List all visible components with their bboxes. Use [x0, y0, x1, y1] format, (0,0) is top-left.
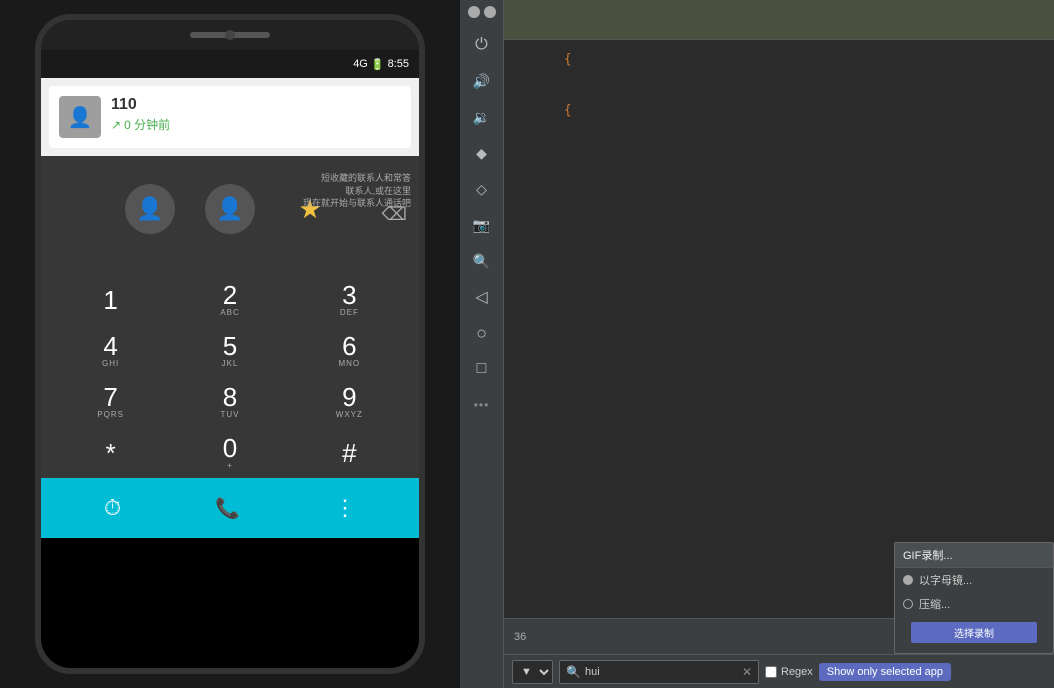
- dial-avatar-1: 👤: [125, 184, 175, 234]
- ide-main-content: { { 36 ▼ 🔍 ✕ Regex Show on: [504, 0, 1054, 688]
- diamond-icon: ◆: [476, 145, 487, 162]
- notification-card[interactable]: 👤 110 ↗ 0 分钟前: [49, 86, 411, 148]
- context-popup: GIF录制... 以字母镜... 压缩... 选择录制: [894, 542, 1054, 654]
- ide-panel: ⏻ 🔊 🔉 ◆ ◇ 📷 🔍 ◁ ○ □ •••: [460, 0, 1054, 688]
- notification-avatar: 👤: [59, 96, 101, 138]
- dial-key-7[interactable]: 7 PQRS: [51, 376, 170, 427]
- notification-area: 👤 110 ↗ 0 分钟前: [41, 78, 419, 156]
- volume-up-button[interactable]: 🔊: [465, 64, 499, 98]
- volume-up-icon: 🔊: [473, 73, 490, 90]
- search-icon: 🔍: [566, 665, 581, 679]
- regex-checkbox[interactable]: [765, 666, 777, 678]
- dialpad-grid: 1 2 ABC 3 DEF 4 GHI: [41, 274, 419, 478]
- phone-top-bar: [41, 20, 419, 50]
- square-icon: □: [477, 360, 487, 378]
- phone-camera: [225, 30, 235, 40]
- clock: 8:55: [388, 58, 409, 70]
- context-item-label-1: 以字母镜...: [919, 572, 972, 588]
- home-button[interactable]: ○: [465, 316, 499, 350]
- radio-icon-1: [903, 575, 913, 585]
- more-button[interactable]: •••: [465, 388, 499, 422]
- arrow-icon: ↗: [111, 118, 121, 132]
- dialpad-overlay: 👤 👤 ★ 短收藏的联系人和常答 联系人,或在这里 现在就开始与联系人通话吧 ⌫…: [41, 156, 419, 478]
- search-clear-button[interactable]: ✕: [742, 665, 752, 679]
- time-ago: 0 分钟前: [124, 116, 170, 133]
- dialpad-user-area: 👤 👤 ★ 短收藏的联系人和常答 联系人,或在这里 现在就开始与联系人通话吧 ⌫: [41, 164, 419, 274]
- avatar-icon: 👤: [68, 105, 93, 130]
- regex-toggle[interactable]: Regex: [765, 666, 813, 678]
- caller-number: 110: [111, 96, 401, 114]
- signal-icon: 4G: [353, 58, 368, 70]
- volume-down-icon: 🔉: [473, 109, 490, 126]
- backspace-button[interactable]: ⌫: [382, 204, 407, 225]
- dial-avatar-main: 👤: [205, 184, 255, 234]
- recent-apps-icon[interactable]: ⏱: [104, 495, 121, 521]
- zoom-in-button[interactable]: 🔍: [465, 244, 499, 278]
- home-icon: ○: [476, 323, 487, 344]
- phone-device: 4G 🔋 8:55 👤 110 ↗ 0 分钟前: [35, 14, 425, 674]
- battery-icon: 🔋: [371, 58, 385, 71]
- minimize-button[interactable]: [468, 6, 480, 18]
- power-button[interactable]: ⏻: [465, 28, 499, 62]
- zoom-in-icon: 🔍: [473, 253, 490, 270]
- ide-header: [504, 0, 1054, 40]
- recents-button[interactable]: □: [465, 352, 499, 386]
- radio-icon-2: [903, 599, 913, 609]
- window-controls: [468, 6, 496, 18]
- more-icon: •••: [474, 398, 490, 412]
- dial-key-4[interactable]: 4 GHI: [51, 325, 170, 376]
- search-input-wrap: 🔍 ✕: [559, 660, 759, 684]
- back-icon: ◁: [475, 287, 487, 307]
- status-icons: 4G 🔋 8:55: [353, 58, 409, 71]
- eraser-button[interactable]: ◇: [465, 172, 499, 206]
- dial-key-hash[interactable]: #: [290, 427, 409, 478]
- ide-toolbar-strip: ⏻ 🔊 🔉 ◆ ◇ 📷 🔍 ◁ ○ □ •••: [460, 0, 504, 688]
- dial-key-5[interactable]: 5 JKL: [170, 325, 289, 376]
- dial-key-8[interactable]: 8 TUV: [170, 376, 289, 427]
- code-line-2: {: [520, 101, 1038, 122]
- camera-button[interactable]: 📷: [465, 208, 499, 242]
- call-icon[interactable]: 📞: [207, 488, 248, 529]
- close-button[interactable]: [484, 6, 496, 18]
- overlay-line1: 短收藏的联系人和常答: [303, 172, 411, 185]
- show-selected-app-button[interactable]: Show only selected app: [819, 663, 951, 681]
- menu-icon[interactable]: ⋮: [334, 495, 356, 521]
- dial-key-2[interactable]: 2 ABC: [170, 274, 289, 325]
- dial-key-9[interactable]: 9 WXYZ: [290, 376, 409, 427]
- context-menu-item-2[interactable]: 压缩...: [895, 592, 1053, 616]
- code-line-1: {: [520, 50, 1038, 71]
- volume-down-button[interactable]: 🔉: [465, 100, 499, 134]
- dial-key-1[interactable]: 1: [51, 274, 170, 325]
- status-bar: 4G 🔋 8:55: [41, 50, 419, 78]
- context-action-button[interactable]: 选择录制: [911, 622, 1037, 643]
- diamond-button[interactable]: ◆: [465, 136, 499, 170]
- back-button[interactable]: ◁: [465, 280, 499, 314]
- context-menu-header: GIF录制...: [895, 543, 1053, 568]
- dial-key-3[interactable]: 3 DEF: [290, 274, 409, 325]
- context-action-wrap: 选择录制: [895, 616, 1053, 653]
- overlay-line2: 联系人,或在这里: [303, 185, 411, 198]
- context-item-label-2: 压缩...: [919, 596, 950, 612]
- search-dropdown[interactable]: ▼: [512, 660, 553, 684]
- dial-key-6[interactable]: 6 MNO: [290, 325, 409, 376]
- dial-key-0[interactable]: 0 +: [170, 427, 289, 478]
- eraser-icon: ◇: [476, 181, 487, 198]
- context-menu-item-1[interactable]: 以字母镜...: [895, 568, 1053, 592]
- ide-code-area[interactable]: { {: [504, 40, 1054, 618]
- phone-screen: 4G 🔋 8:55 👤 110 ↗ 0 分钟前: [41, 50, 419, 668]
- notification-content: 110 ↗ 0 分钟前: [111, 96, 401, 133]
- camera-icon: 📷: [473, 217, 490, 234]
- regex-label: Regex: [781, 666, 813, 678]
- search-input[interactable]: [585, 666, 738, 678]
- search-bar: ▼ 🔍 ✕ Regex Show only selected app GIF录制…: [504, 654, 1054, 688]
- notification-time: ↗ 0 分钟前: [111, 116, 401, 133]
- line-number: 36: [514, 631, 526, 643]
- power-icon: ⏻: [475, 36, 488, 54]
- dial-key-star[interactable]: *: [51, 427, 170, 478]
- phone-panel: 4G 🔋 8:55 👤 110 ↗ 0 分钟前: [0, 0, 460, 688]
- phone-bottom-bar: ⏱ 📞 ⋮: [41, 478, 419, 538]
